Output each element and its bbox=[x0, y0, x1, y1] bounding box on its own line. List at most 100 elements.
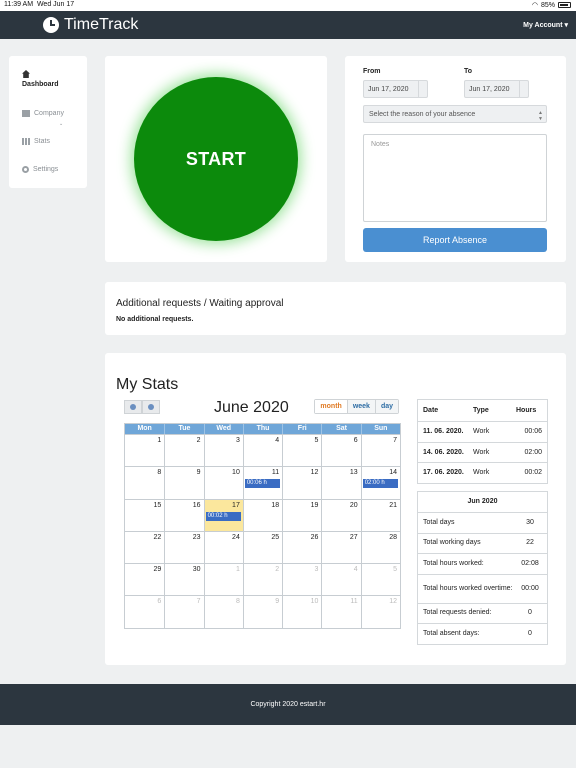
summary-value: 0 bbox=[528, 629, 532, 637]
calendar-day[interactable]: 16 bbox=[164, 498, 204, 531]
from-date-field[interactable]: Jun 17, 2020 bbox=[363, 80, 428, 98]
calendar-day[interactable]: 24 bbox=[203, 530, 243, 564]
calendar-day[interactable]: 2 bbox=[164, 434, 204, 467]
calendar-day-today[interactable]: 17 00:02 h bbox=[203, 498, 243, 531]
calendar-day[interactable]: 11 00:06 h bbox=[242, 466, 283, 499]
calendar-prev-button[interactable] bbox=[124, 400, 142, 414]
requests-text: No additional requests. bbox=[116, 316, 194, 323]
calendar-day-other-month[interactable]: 5 bbox=[360, 563, 400, 596]
calendar-day-other-month[interactable]: 3 bbox=[282, 563, 322, 596]
calendar-day[interactable]: 7 bbox=[360, 434, 400, 467]
calendar-day[interactable]: 26 bbox=[282, 530, 322, 564]
table-row: Total days 30 bbox=[418, 512, 547, 533]
home-icon bbox=[22, 70, 30, 78]
status-time: 11:39 AM bbox=[4, 1, 34, 8]
company-chevron-down-icon[interactable]: ⌄ bbox=[59, 121, 63, 127]
summary-label: Total days bbox=[423, 518, 455, 526]
sidebar-item-stats[interactable]: Stats bbox=[22, 138, 50, 145]
calendar-event[interactable]: 02:00 h bbox=[362, 479, 398, 489]
calendar-day[interactable]: 20 bbox=[321, 498, 361, 531]
from-date-stepper[interactable] bbox=[418, 81, 427, 97]
calendar-day[interactable]: 29 bbox=[125, 563, 165, 595]
entry-hours: 02:00 bbox=[524, 448, 542, 456]
calendar-day[interactable]: 23 bbox=[164, 530, 204, 564]
day-number: 22 bbox=[153, 533, 162, 541]
start-button[interactable]: START bbox=[134, 77, 298, 241]
calendar-day[interactable]: 6 bbox=[321, 434, 361, 467]
calendar-day-other-month[interactable]: 1 bbox=[203, 563, 243, 596]
calendar-event[interactable]: 00:06 h bbox=[244, 479, 281, 489]
report-absence-button[interactable]: Report Absence bbox=[363, 228, 547, 252]
calendar-day[interactable]: 4 bbox=[242, 434, 283, 467]
calendar-day[interactable]: 12 bbox=[282, 466, 322, 499]
calendar-day-other-month[interactable]: 10 bbox=[282, 595, 322, 628]
table-row: Total hours worked overtime: 00:00 bbox=[418, 573, 547, 603]
sidebar-item-label: Dashboard bbox=[22, 81, 59, 88]
weekday-label: Wed bbox=[203, 424, 243, 434]
day-number: 29 bbox=[153, 566, 162, 574]
footer: Copyright 2020 estart.hr bbox=[0, 684, 576, 725]
calendar-day-other-month[interactable]: 8 bbox=[203, 595, 243, 628]
summary-value: 00:00 bbox=[521, 584, 539, 592]
top-navbar: TimeTrack My Account ▾ bbox=[0, 11, 576, 39]
calendar-day-other-month[interactable]: 6 bbox=[125, 595, 165, 627]
notes-textarea[interactable]: Notes bbox=[363, 134, 547, 222]
gear-icon bbox=[22, 166, 29, 173]
sidebar-item-company[interactable]: Company bbox=[22, 110, 64, 117]
calendar-day-other-month[interactable]: 9 bbox=[242, 595, 283, 628]
calendar-day[interactable]: 5 bbox=[282, 434, 322, 467]
calendar-day[interactable]: 30 bbox=[164, 563, 204, 596]
calendar-day[interactable]: 13 bbox=[321, 466, 361, 499]
calendar-day[interactable]: 1 bbox=[125, 434, 165, 466]
calendar-week: 6 7 8 9 10 11 12 bbox=[125, 595, 400, 628]
to-date-field[interactable]: Jun 17, 2020 bbox=[464, 80, 529, 98]
day-number: 17 bbox=[232, 501, 240, 509]
calendar-day[interactable]: 3 bbox=[203, 434, 243, 467]
calendar-day[interactable]: 25 bbox=[242, 530, 283, 564]
calendar-day-other-month[interactable]: 4 bbox=[321, 563, 361, 596]
weekday-label: Sat bbox=[321, 424, 360, 434]
day-number: 8 bbox=[235, 598, 240, 606]
calendar-week: 8 9 10 11 00:06 h 12 13 14 02:00 h bbox=[125, 466, 400, 499]
calendar-day[interactable]: 18 bbox=[242, 498, 283, 531]
sidebar-item-settings[interactable]: Settings bbox=[22, 166, 58, 173]
entry-type: Work bbox=[473, 448, 490, 456]
brand[interactable]: TimeTrack bbox=[43, 16, 138, 34]
view-month-button[interactable]: month bbox=[315, 400, 347, 413]
calendar-day-other-month[interactable]: 7 bbox=[164, 595, 204, 628]
view-week-button[interactable]: week bbox=[346, 400, 375, 413]
to-date-stepper[interactable] bbox=[519, 81, 528, 97]
calendar-event[interactable]: 00:02 h bbox=[205, 511, 241, 521]
calendar-day[interactable]: 22 bbox=[125, 530, 165, 563]
day-number: 2 bbox=[275, 566, 280, 574]
entry-type: Work bbox=[473, 469, 490, 477]
calendar-day[interactable]: 21 bbox=[360, 498, 400, 531]
calendar-day-other-month[interactable]: 2 bbox=[242, 563, 283, 596]
day-number: 6 bbox=[353, 437, 358, 444]
calendar-day[interactable]: 8 bbox=[125, 466, 165, 498]
table-row: Total hours worked: 02:08 bbox=[418, 553, 547, 574]
day-number: 27 bbox=[349, 533, 358, 541]
summary-label: Total requests denied: bbox=[423, 609, 492, 617]
view-day-button[interactable]: day bbox=[374, 400, 398, 413]
absence-reason-select[interactable]: Select the reason of your absence ▲ ▼ bbox=[363, 105, 547, 123]
calendar-day[interactable]: 9 bbox=[164, 466, 204, 499]
calendar-day[interactable]: 15 bbox=[125, 498, 165, 531]
calendar-day[interactable]: 27 bbox=[321, 530, 361, 564]
my-account-menu[interactable]: My Account ▾ bbox=[523, 21, 568, 29]
calendar-day[interactable]: 10 bbox=[203, 466, 243, 499]
entry-type: Work bbox=[473, 428, 490, 436]
summary-label: Total hours worked overtime: bbox=[423, 584, 513, 592]
calendar-day-other-month[interactable]: 11 bbox=[321, 595, 361, 628]
calendar-day[interactable]: 19 bbox=[282, 498, 322, 531]
building-icon bbox=[22, 110, 30, 117]
calendar-day-other-month[interactable]: 12 bbox=[360, 595, 400, 628]
sidebar-item-dashboard[interactable]: Dashboard bbox=[22, 70, 59, 88]
calendar-day[interactable]: 28 bbox=[360, 530, 400, 564]
table-row: Total requests denied: 0 bbox=[418, 602, 547, 624]
day-number: 3 bbox=[235, 437, 240, 444]
calendar-next-button[interactable] bbox=[142, 400, 160, 414]
day-number: 30 bbox=[192, 566, 201, 574]
calendar-day[interactable]: 14 02:00 h bbox=[360, 466, 400, 499]
stats-card: My Stats June 2020 month week day Mon Tu… bbox=[105, 353, 566, 665]
